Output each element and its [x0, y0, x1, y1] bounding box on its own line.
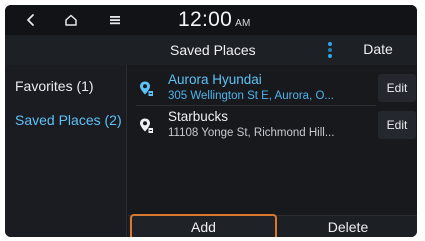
edit-button[interactable]: Edit: [378, 111, 416, 139]
divider: [136, 105, 376, 106]
status-bar: 12:00 AM: [5, 5, 417, 35]
category-sidebar: Favorites (1) Saved Places (2): [5, 65, 127, 237]
list-item[interactable]: Aurora Hyundai 305 Wellington St E, Auro…: [128, 70, 417, 106]
action-bar: Add Delete: [128, 214, 417, 237]
list-item[interactable]: Starbucks 11108 Yonge St, Richmond Hill.…: [128, 107, 417, 143]
clock: 12:00 AM: [178, 8, 251, 32]
sort-date-button[interactable]: Date: [353, 41, 403, 61]
location-pin-icon: [140, 81, 153, 96]
home-button[interactable]: [55, 5, 87, 35]
place-name: Aurora Hyundai: [168, 72, 262, 87]
home-icon: [65, 14, 77, 26]
saved-places-list: Aurora Hyundai 305 Wellington St E, Auro…: [128, 65, 417, 215]
clock-time: 12:00: [178, 8, 233, 31]
place-address: 11108 Yonge St, Richmond Hill...: [168, 127, 335, 139]
menu-icon: [110, 16, 120, 25]
chevron-left-icon: [27, 14, 34, 26]
clock-ampm: AM: [235, 18, 251, 29]
page-title: Saved Places: [170, 42, 256, 58]
vertical-dots-icon[interactable]: [323, 39, 337, 61]
navigation-screen: 12:00 AM Saved Places Date Favorites (1) …: [5, 5, 417, 237]
place-address: 305 Wellington St E, Aurora, O...: [168, 90, 334, 102]
back-button[interactable]: [15, 5, 47, 35]
title-bar: Saved Places Date: [5, 35, 417, 65]
sidebar-item-saved-places[interactable]: Saved Places (2): [5, 103, 127, 137]
sidebar-item-favorites[interactable]: Favorites (1): [5, 69, 127, 103]
edit-button[interactable]: Edit: [378, 74, 416, 102]
location-pin-icon: [140, 118, 153, 133]
delete-button[interactable]: Delete: [280, 216, 416, 237]
add-button[interactable]: Add: [130, 214, 277, 237]
menu-button[interactable]: [99, 5, 131, 35]
place-name: Starbucks: [168, 109, 229, 124]
